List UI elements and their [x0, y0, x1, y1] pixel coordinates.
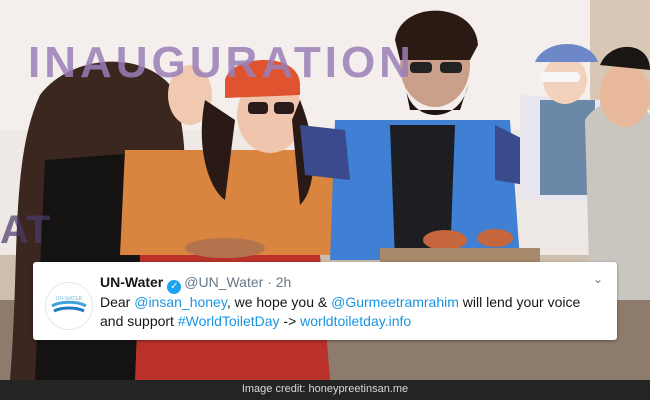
chevron-down-icon[interactable]: ⌄	[593, 272, 603, 286]
mention-link[interactable]: @insan_honey	[134, 294, 227, 310]
banner-text: INAUGURATION	[28, 38, 415, 87]
image-credit-text: Image credit: honeypreetinsan.me	[241, 383, 409, 395]
svg-text:UN-WATER: UN-WATER	[56, 296, 83, 302]
tweet-timestamp[interactable]: 2h	[276, 274, 292, 290]
image-credit-bar: Image credit: honeypreetinsan.me	[0, 380, 650, 400]
mention-link[interactable]: @Gurmeetramrahim	[331, 294, 459, 310]
hashtag-link[interactable]: #WorldToiletDay	[178, 313, 280, 329]
url-link[interactable]: worldtoiletday.info	[300, 313, 411, 329]
tweet-text-part: , we hope you &	[226, 294, 332, 310]
tweet-text: Dear @insan_honey, we hope you & @Gurmee…	[100, 293, 605, 331]
tweet-separator: ·	[267, 274, 272, 290]
tweet-author-handle[interactable]: @UN_Water	[184, 274, 263, 290]
tweet-author-name[interactable]: UN-Water	[100, 274, 163, 290]
tweet-text-part: Dear	[100, 294, 135, 310]
tweet-card[interactable]: UN-WATER UN-Water ✓ @UN_Water · 2h ⌄ Dear …	[33, 262, 617, 340]
un-water-logo-avatar[interactable]: UN-WATER	[45, 282, 93, 330]
tweet-header: UN-Water ✓ @UN_Water · 2h	[100, 273, 292, 294]
photo-stage: INAUGURATION AT UN-WATER UN-Water ✓ @UN_Wa…	[0, 0, 650, 400]
tweet-text-part: ->	[279, 313, 301, 329]
verified-badge-icon: ✓	[167, 280, 182, 294]
banner-text-side: AT	[0, 208, 51, 252]
